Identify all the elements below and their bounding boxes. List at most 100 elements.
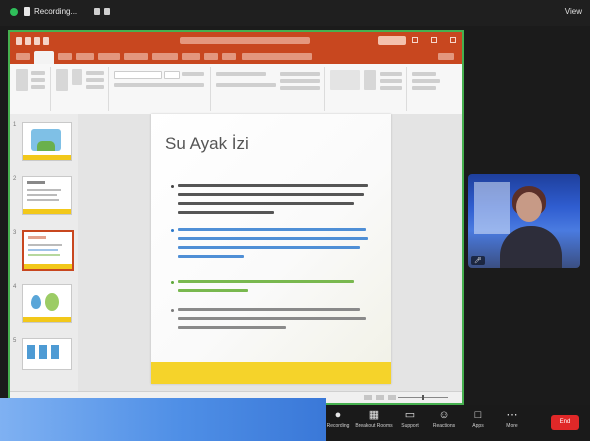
editing-group	[408, 67, 458, 111]
powerpoint-window: 1 2 3 4 5 Su Ayak İzi	[10, 32, 462, 403]
document-title	[180, 37, 310, 44]
thumbnail-number: 3	[13, 230, 17, 236]
slide-bullet[interactable]	[171, 308, 373, 342]
smartart-button[interactable]	[280, 86, 320, 90]
slide-title[interactable]: Su Ayak İzi	[165, 134, 249, 154]
sign-in-button[interactable]	[378, 36, 406, 45]
close-icon[interactable]	[450, 37, 456, 43]
tab-help[interactable]	[222, 53, 236, 60]
slide-thumbnail-selected[interactable]	[22, 230, 74, 271]
paste-icon[interactable]	[16, 69, 28, 91]
powerpoint-title-bar	[10, 32, 462, 50]
share-button[interactable]	[438, 53, 454, 60]
format-painter-button[interactable]	[31, 85, 45, 89]
tab-slide-show[interactable]	[152, 53, 178, 60]
shape-fill-button[interactable]	[380, 72, 402, 76]
background-window	[474, 182, 510, 234]
recording-status-text: Recording...	[34, 7, 78, 16]
tab-review[interactable]	[182, 53, 200, 60]
current-slide[interactable]: Su Ayak İzi	[151, 114, 391, 384]
copy-button[interactable]	[31, 78, 45, 82]
tell-me-search[interactable]	[242, 53, 312, 60]
recording-indicator-icon	[24, 7, 30, 16]
new-slide-icon[interactable]	[56, 69, 68, 91]
font-size-select[interactable]	[164, 71, 180, 79]
normal-view-button[interactable]	[376, 395, 384, 400]
shape-effects-button[interactable]	[380, 86, 402, 90]
slide-bullet[interactable]	[171, 280, 373, 302]
list-buttons[interactable]	[216, 72, 266, 76]
slide-thumbnail[interactable]	[22, 338, 72, 370]
shape-outline-button[interactable]	[380, 79, 402, 83]
minimize-icon[interactable]	[412, 37, 418, 43]
shapes-gallery[interactable]	[330, 70, 360, 90]
tab-design[interactable]	[76, 53, 94, 60]
tab-file[interactable]	[16, 53, 30, 60]
quick-access-toolbar	[16, 37, 52, 45]
slide-bullet[interactable]	[171, 228, 373, 276]
slide-bullet[interactable]	[171, 184, 373, 222]
breakout-rooms-button[interactable]: ▦ Breakout Rooms	[354, 409, 394, 439]
window-controls	[412, 37, 456, 45]
find-button[interactable]	[412, 72, 436, 76]
thumbnail-number: 1	[13, 122, 17, 128]
notification-overlay	[0, 398, 326, 441]
section-button[interactable]	[86, 85, 104, 89]
participant-name-label: 🎤︎	[471, 256, 485, 265]
slides-group	[52, 67, 109, 111]
thumbnail-number: 4	[13, 284, 17, 290]
reuse-slides-icon[interactable]	[72, 69, 82, 85]
tab-animations[interactable]	[124, 53, 148, 60]
align-text-button[interactable]	[280, 79, 320, 83]
ribbon	[10, 64, 462, 115]
zoom-top-bar: Recording... View	[0, 0, 590, 26]
thumbnail-number: 5	[13, 338, 17, 344]
slide-thumbnails-pane: 1 2 3 4 5	[10, 114, 79, 392]
clipboard-group	[12, 67, 51, 111]
notes-button[interactable]	[364, 395, 372, 400]
view-button[interactable]: View	[565, 7, 582, 16]
font-group	[110, 67, 211, 111]
more-button[interactable]: ⋯ More	[492, 409, 532, 439]
font-style-buttons[interactable]	[114, 83, 204, 87]
cut-button[interactable]	[31, 71, 45, 75]
end-meeting-button[interactable]: End	[551, 415, 579, 430]
font-name-select[interactable]	[114, 71, 162, 79]
stop-recording-icon[interactable]	[104, 8, 110, 15]
arrange-icon[interactable]	[364, 70, 376, 90]
select-button[interactable]	[412, 86, 436, 90]
participant-face	[516, 192, 542, 222]
alignment-buttons[interactable]	[216, 83, 276, 87]
paragraph-group	[212, 67, 325, 111]
text-direction-button[interactable]	[280, 72, 320, 76]
slide-thumbnail[interactable]	[22, 176, 72, 215]
thumbnail-number: 2	[13, 176, 17, 182]
microphone-icon: 🎤︎	[474, 258, 482, 264]
layout-button[interactable]	[86, 71, 104, 75]
more-icon: ⋯	[506, 409, 518, 421]
tab-view[interactable]	[204, 53, 218, 60]
undo-icon[interactable]	[25, 37, 31, 45]
participant-video-tile[interactable]: 🎤︎	[468, 174, 580, 268]
drawing-group	[326, 67, 407, 111]
ribbon-tabs	[10, 50, 462, 64]
pause-recording-icon[interactable]	[94, 8, 100, 15]
tab-transitions[interactable]	[98, 53, 120, 60]
slide-editing-canvas: Su Ayak İzi	[78, 114, 462, 392]
reset-button[interactable]	[86, 78, 104, 82]
breakout-rooms-icon: ▦	[368, 409, 380, 421]
maximize-icon[interactable]	[431, 37, 437, 43]
customize-icon[interactable]	[43, 37, 49, 45]
font-grow-shrink[interactable]	[182, 72, 204, 76]
zoom-slider-handle[interactable]	[422, 395, 424, 400]
tab-insert[interactable]	[58, 53, 72, 60]
replace-button[interactable]	[412, 79, 440, 83]
slide-thumbnail[interactable]	[22, 122, 72, 161]
redo-icon[interactable]	[34, 37, 40, 45]
save-icon[interactable]	[16, 37, 22, 45]
tab-home[interactable]	[34, 51, 54, 64]
shield-status-icon[interactable]	[10, 8, 18, 16]
slide-thumbnail[interactable]	[22, 284, 72, 323]
slide-sorter-button[interactable]	[388, 395, 396, 400]
slide-accent-band	[151, 362, 391, 384]
